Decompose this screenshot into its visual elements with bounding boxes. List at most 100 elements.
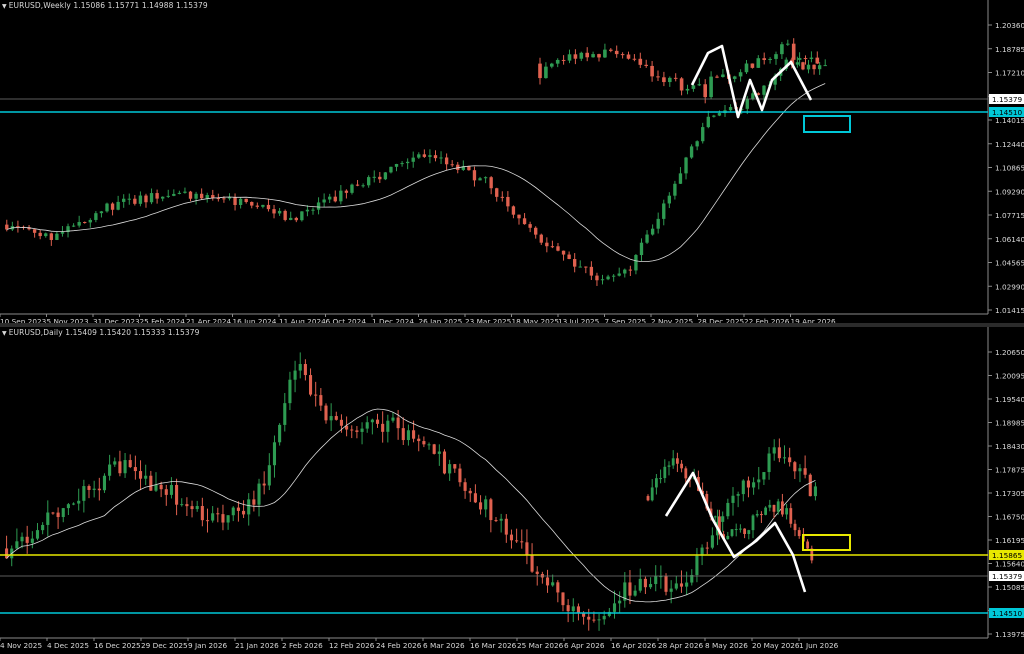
candle-body	[123, 460, 127, 474]
candle-body	[561, 592, 565, 606]
triangle-down-icon[interactable]: ▼	[2, 330, 7, 337]
candle-body	[391, 417, 395, 421]
time-tick-label: 4 Nov 2025	[0, 641, 42, 650]
candle-body	[113, 461, 117, 465]
price-tick-label: 1.16195	[995, 536, 1024, 545]
candle-body	[250, 201, 254, 206]
candle-body	[200, 506, 204, 521]
candle-body	[620, 54, 625, 56]
candle-body	[801, 62, 805, 70]
candle-body	[458, 468, 462, 483]
candle-body	[614, 50, 619, 55]
candle-body	[780, 44, 784, 55]
candle-body	[448, 464, 452, 474]
candle-body	[401, 428, 405, 441]
candle-body	[468, 490, 472, 494]
candle-body	[66, 504, 70, 509]
candle-body	[663, 466, 667, 479]
candle-body	[673, 183, 677, 196]
candle-body	[751, 515, 755, 531]
candle-body	[632, 58, 637, 60]
candle-body	[655, 478, 658, 488]
candle-body	[774, 54, 778, 59]
candle-body	[77, 500, 81, 504]
candle-body	[591, 54, 595, 58]
candle-body	[750, 63, 755, 68]
candle-body	[422, 154, 427, 157]
candle-body	[20, 536, 24, 542]
daily-chart[interactable]: 1.20650 1.20095 1.19540 1.18985 1.18430 1.178…	[0, 327, 1024, 654]
candle-body	[205, 195, 209, 199]
candle-body	[267, 465, 271, 486]
candle-body	[798, 468, 802, 472]
candle-body	[638, 58, 643, 65]
candle-body	[671, 458, 675, 466]
candle-body	[573, 54, 578, 59]
candle-body	[551, 582, 555, 586]
candle-body	[633, 590, 637, 596]
candle-body	[38, 232, 42, 237]
retest-zone-box	[802, 534, 851, 551]
candle-body	[791, 43, 796, 60]
candle-body	[298, 364, 302, 371]
candle-body	[710, 535, 714, 548]
candle-body	[603, 49, 607, 58]
weekly-chart-pane[interactable]: 1.203601.187851.172101.156351.140151.124…	[0, 0, 1024, 323]
price-tick-label: 1.16750	[995, 513, 1024, 522]
candle-body	[817, 65, 822, 70]
weekly-chart[interactable]: 1.203601.187851.172101.156351.140151.124…	[0, 0, 1024, 323]
price-tick-label: 1.15085	[995, 583, 1024, 592]
candle-body	[294, 217, 298, 221]
candle-body	[808, 474, 812, 497]
candle-body	[257, 483, 261, 505]
candle-body	[757, 479, 761, 483]
candle-body	[453, 464, 457, 469]
candle-body	[571, 606, 575, 612]
candle-body	[278, 424, 282, 443]
candle-body	[751, 93, 755, 99]
candle-body	[703, 84, 707, 98]
candle-body	[762, 58, 766, 61]
candle-body	[394, 164, 399, 167]
candle-body	[795, 62, 800, 65]
candle-body	[649, 584, 653, 588]
candle-body	[813, 486, 817, 497]
candle-body	[500, 196, 504, 198]
candle-body	[567, 54, 572, 61]
candle-body	[83, 222, 87, 224]
triangle-down-icon[interactable]: ▼	[2, 3, 7, 10]
candle-body	[308, 375, 313, 395]
candle-body	[319, 395, 323, 406]
candle-body	[116, 201, 120, 210]
time-tick-label: 28 Apr 2026	[658, 641, 703, 650]
time-tick-label: 2 Feb 2026	[282, 641, 323, 650]
candle-body	[511, 206, 516, 215]
candle-body	[128, 460, 132, 468]
candle-body	[643, 578, 647, 588]
time-tick-label: 6 Mar 2026	[423, 641, 465, 650]
candle-body	[715, 76, 719, 78]
time-tick-label: 20 May 2026	[752, 641, 800, 650]
candle-body	[289, 217, 293, 220]
time-tick-label: 8 May 2026	[705, 641, 748, 650]
candle-body	[169, 484, 173, 495]
candle-body	[450, 164, 454, 166]
candle-body	[30, 538, 34, 543]
candle-body	[793, 462, 797, 472]
price-tick-label: 1.17210	[995, 69, 1024, 78]
candle-body	[602, 615, 606, 620]
candle-body	[277, 210, 282, 214]
candle-body	[656, 218, 660, 229]
candle-body	[730, 529, 734, 536]
daily-chart-pane[interactable]: 1.20650 1.20095 1.19540 1.18985 1.18430 1.178…	[0, 327, 1024, 654]
candle-body	[16, 226, 20, 228]
candle-body	[535, 571, 539, 574]
candle-body	[634, 255, 638, 271]
candle-body	[122, 198, 126, 202]
candle-body	[762, 85, 766, 95]
candle-body	[528, 224, 532, 228]
candle-body	[762, 472, 766, 480]
candle-body	[344, 190, 349, 193]
moving-average-line	[6, 408, 816, 603]
candle-body	[697, 84, 702, 86]
